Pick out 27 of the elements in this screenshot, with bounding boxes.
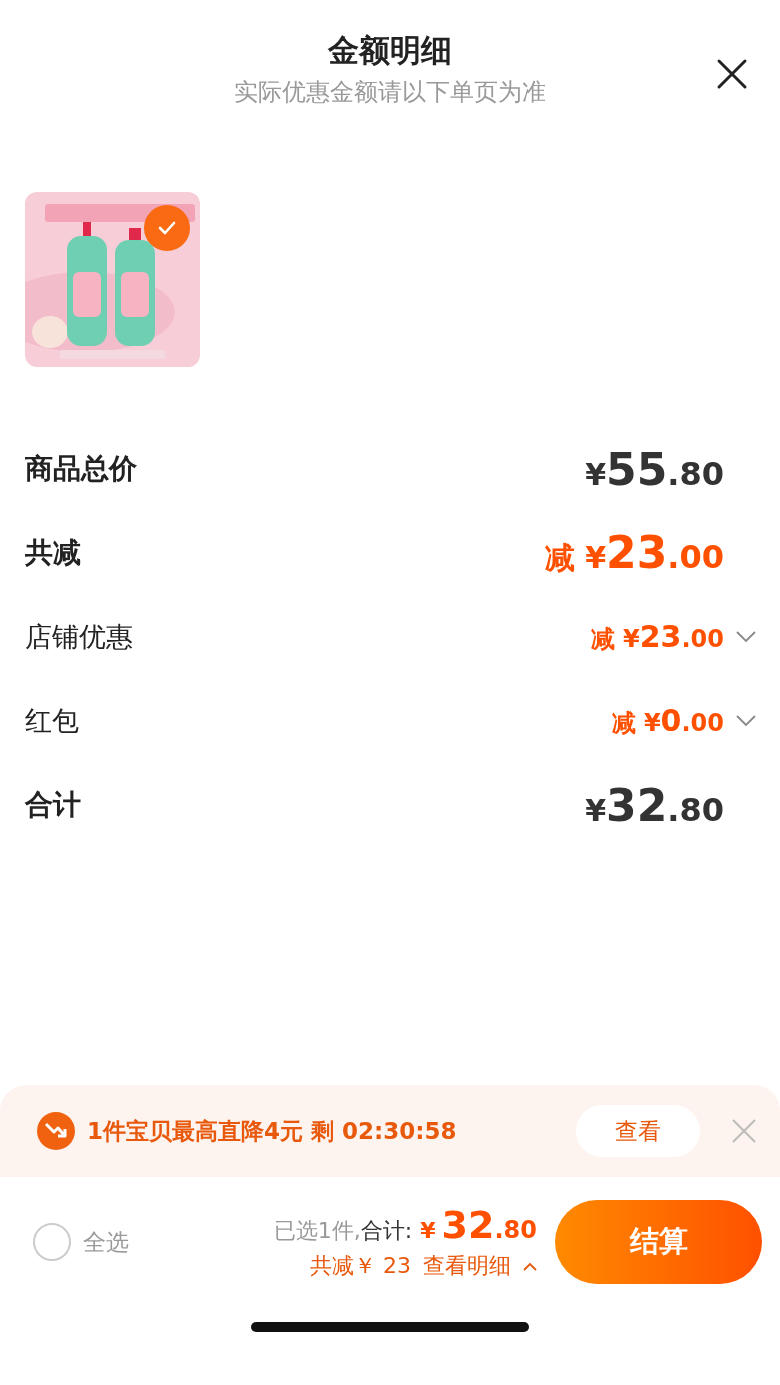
details-link[interactable]: 查看明细 xyxy=(423,1251,511,1281)
price-amount: 减 ¥0.00 xyxy=(611,703,724,739)
sheet-title: 金额明细 xyxy=(328,31,452,70)
total-label: 合计: xyxy=(360,1217,413,1245)
radio-button[interactable] xyxy=(33,1223,71,1261)
price-label: 共减 xyxy=(25,535,81,571)
saving-text: 共减￥ 23 xyxy=(310,1252,411,1280)
price-drop-icon xyxy=(37,1112,75,1150)
chevron-down-icon[interactable] xyxy=(736,631,756,643)
price-amount: 减 ¥23.00 xyxy=(590,619,724,655)
price-label: 红包 xyxy=(25,704,79,738)
price-amount: ¥55.80 xyxy=(585,443,724,495)
price-label: 合计 xyxy=(25,787,81,823)
total-amount: ¥32.80 xyxy=(420,1203,537,1247)
chevron-down-icon[interactable] xyxy=(736,715,756,727)
price-label: 商品总价 xyxy=(25,451,137,487)
close-icon[interactable] xyxy=(716,58,748,90)
price-amount: 减 ¥23.00 xyxy=(544,527,724,579)
caret-up-icon[interactable] xyxy=(523,1261,537,1271)
price-label: 店铺优惠 xyxy=(25,620,133,654)
view-button[interactable]: 查看 xyxy=(576,1105,700,1157)
select-all-label: 全选 xyxy=(83,1227,129,1257)
price-amount: ¥32.80 xyxy=(585,779,724,831)
checkout-button[interactable]: 结算 xyxy=(555,1200,762,1284)
promo-text: 1件宝贝最高直降4元 剩 02:30:58 xyxy=(87,1116,458,1146)
selected-count: 已选1件, xyxy=(273,1217,361,1245)
sheet-subtitle: 实际优惠金额请以下单页为准 xyxy=(234,77,546,108)
